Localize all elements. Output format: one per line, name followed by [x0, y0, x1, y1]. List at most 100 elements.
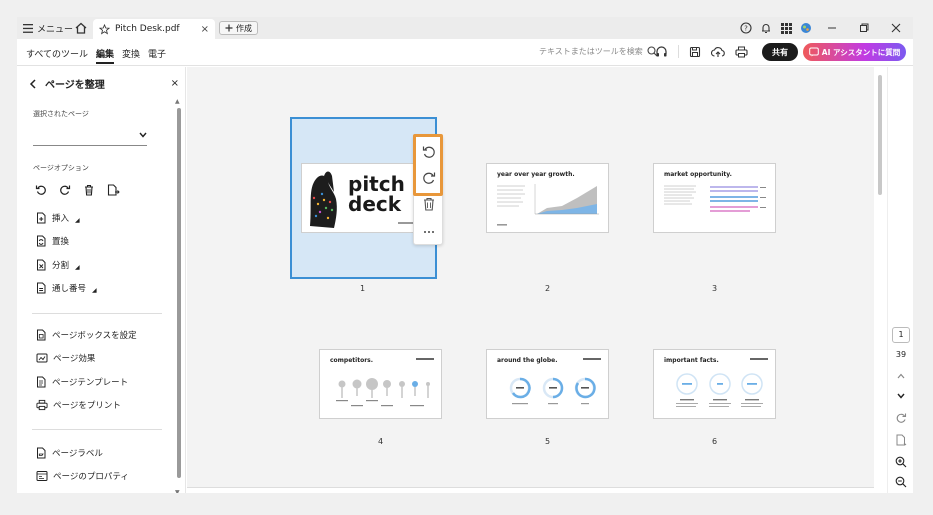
- sidebar-item-label: ページボックスを設定: [52, 331, 137, 341]
- page-label-icon: [36, 447, 47, 459]
- extract-page-icon[interactable]: [107, 184, 120, 196]
- svg-text:?: ?: [744, 25, 748, 33]
- more-options-icon[interactable]: [421, 224, 437, 240]
- page-thumbnail-4[interactable]: competitors.: [319, 349, 442, 419]
- main-toolbar: すべてのツール 編集 変換 電子 テキストまたはツールを検索 共有 AI アシス…: [17, 39, 913, 66]
- zoom-in-icon[interactable]: [894, 455, 908, 469]
- menu-label: メニュー: [37, 24, 74, 35]
- sidebar-item-label: ページテンプレート: [52, 378, 129, 388]
- create-label: 作成: [236, 23, 252, 33]
- menu-bar: すべてのツール 編集 変換 電子: [26, 47, 166, 64]
- title-bar: メニュー Pitch Desk.pdf × 作成 ?: [17, 17, 913, 39]
- thumb-title-1: pitch deck: [348, 172, 405, 216]
- cloud-upload-icon[interactable]: [711, 46, 725, 58]
- sidebar-item-insert[interactable]: 挿入 ◢: [36, 212, 80, 224]
- replace-page-icon: [36, 235, 47, 247]
- sidebar-item-page-properties[interactable]: ページのプロパティ: [36, 470, 129, 482]
- ai-assistant-button[interactable]: AI アシスタントに質問: [803, 43, 906, 61]
- current-page-input[interactable]: 1: [892, 327, 910, 343]
- help-icon[interactable]: ?: [739, 21, 753, 35]
- rotate-left-icon[interactable]: [35, 184, 47, 196]
- selected-pages-label: 選択されたページ: [33, 110, 89, 118]
- sidebar-item-label: ページをプリント: [53, 401, 121, 411]
- sidebar-divider: [32, 429, 162, 430]
- page-number-4: 4: [377, 437, 384, 446]
- sidebar-item-label: ページラベル: [52, 449, 103, 459]
- template-icon: [36, 376, 47, 388]
- page-number-1: 1: [359, 284, 366, 293]
- minimize-icon[interactable]: [819, 22, 845, 34]
- document-tab[interactable]: Pitch Desk.pdf ×: [93, 19, 215, 39]
- page-thumbnail-2[interactable]: year over year growth.: [486, 163, 609, 233]
- plus-icon: [225, 24, 233, 32]
- sidebar-item-replace[interactable]: 置換: [36, 235, 69, 247]
- sidebar-item-split[interactable]: 分割 ◢: [36, 259, 80, 271]
- menu-edit[interactable]: 編集: [96, 47, 115, 64]
- page-thumbnail-1[interactable]: pitch deck: [301, 163, 423, 233]
- save-icon[interactable]: [689, 46, 701, 58]
- scroll-down-arrow-icon[interactable]: ▼: [175, 489, 180, 493]
- submenu-caret-icon: ◢: [92, 287, 97, 294]
- selected-pages-dropdown[interactable]: [33, 130, 147, 146]
- bell-icon[interactable]: [759, 21, 773, 35]
- sidebar-item-page-effects[interactable]: ページ効果: [36, 352, 95, 364]
- sidebar-item-page-templates[interactable]: ページテンプレート: [36, 376, 128, 388]
- page-box-icon: [36, 329, 47, 341]
- trash-icon[interactable]: [83, 184, 95, 196]
- page-properties-icon: [36, 470, 48, 482]
- hamburger-icon: [23, 23, 33, 33]
- organize-pages-panel: ページを整理 × 選択されたページ ページオプション 挿入 ◢ 置換 分割 ◢ …: [17, 67, 186, 493]
- panel-header: ページを整理 ×: [29, 76, 179, 91]
- page-fit-icon[interactable]: [894, 433, 908, 447]
- titlebar-actions: ?: [739, 20, 909, 36]
- menu-convert[interactable]: 変換: [122, 47, 140, 64]
- refresh-icon[interactable]: [894, 411, 908, 425]
- previous-page-icon[interactable]: [894, 369, 908, 383]
- page-thumbnails-area: pitch deck 1 year over year growth. 2 ma…: [187, 67, 882, 493]
- zoom-out-icon[interactable]: [894, 475, 908, 489]
- sidebar-item-print-pages[interactable]: ページをプリント: [36, 399, 121, 411]
- home-icon[interactable]: [73, 20, 89, 36]
- create-button[interactable]: 作成: [219, 21, 258, 35]
- submenu-caret-icon: ◢: [75, 217, 80, 224]
- ai-sparkle-icon: [808, 47, 819, 57]
- sidebar-item-bates-numbering[interactable]: 通し番号 ◢: [36, 282, 97, 294]
- share-button[interactable]: 共有: [762, 43, 798, 61]
- menu-button[interactable]: メニュー: [23, 21, 73, 35]
- delete-page-icon[interactable]: [421, 196, 437, 212]
- sidebar-item-page-labels[interactable]: ページラベル: [36, 447, 103, 459]
- sidebar-item-label: ページのプロパティ: [53, 472, 129, 482]
- page-number-6: 6: [711, 437, 718, 446]
- menu-esign[interactable]: 電子: [148, 47, 166, 64]
- sidebar-item-label: 分割: [52, 261, 70, 271]
- avatar-icon[interactable]: [799, 21, 813, 35]
- page-thumbnail-6[interactable]: important facts.: [653, 349, 776, 419]
- search-placeholder: テキストまたはツールを検索: [539, 47, 643, 56]
- toolbar-icons: [655, 45, 748, 58]
- panel-close-icon[interactable]: ×: [171, 78, 179, 89]
- sidebar-item-label: 通し番号: [52, 284, 87, 294]
- scrollbar-thumb[interactable]: [177, 108, 181, 478]
- ai-assistant-label: AI アシスタントに質問: [821, 47, 901, 57]
- tool-search[interactable]: テキストまたはツールを検索: [539, 46, 658, 57]
- canvas-scrollbar-thumb[interactable]: [878, 75, 882, 195]
- close-window-icon[interactable]: [883, 22, 909, 34]
- page-thumbnail-3[interactable]: market opportunity.: [653, 163, 776, 233]
- page-thumbnail-5[interactable]: around the globe.: [486, 349, 609, 419]
- next-row-preview: [187, 487, 874, 493]
- navigation-rail: 1 39: [887, 67, 913, 493]
- tab-close-icon[interactable]: ×: [201, 24, 209, 35]
- restore-icon[interactable]: [851, 22, 877, 34]
- next-page-icon[interactable]: [894, 389, 908, 403]
- rotate-right-icon[interactable]: [59, 184, 71, 196]
- page-options-label: ページオプション: [33, 164, 89, 172]
- scroll-up-arrow-icon[interactable]: ▲: [175, 98, 180, 105]
- sidebar-item-set-page-box[interactable]: ページボックスを設定: [36, 329, 137, 341]
- sidebar-scrollbar[interactable]: ▲ ▼: [175, 98, 183, 493]
- headphones-icon[interactable]: [655, 45, 668, 58]
- star-icon[interactable]: [99, 23, 110, 35]
- print-icon[interactable]: [735, 46, 748, 58]
- menu-all-tools[interactable]: すべてのツール: [26, 47, 88, 64]
- apps-grid-icon[interactable]: [779, 21, 793, 35]
- back-chevron-icon[interactable]: [29, 78, 37, 89]
